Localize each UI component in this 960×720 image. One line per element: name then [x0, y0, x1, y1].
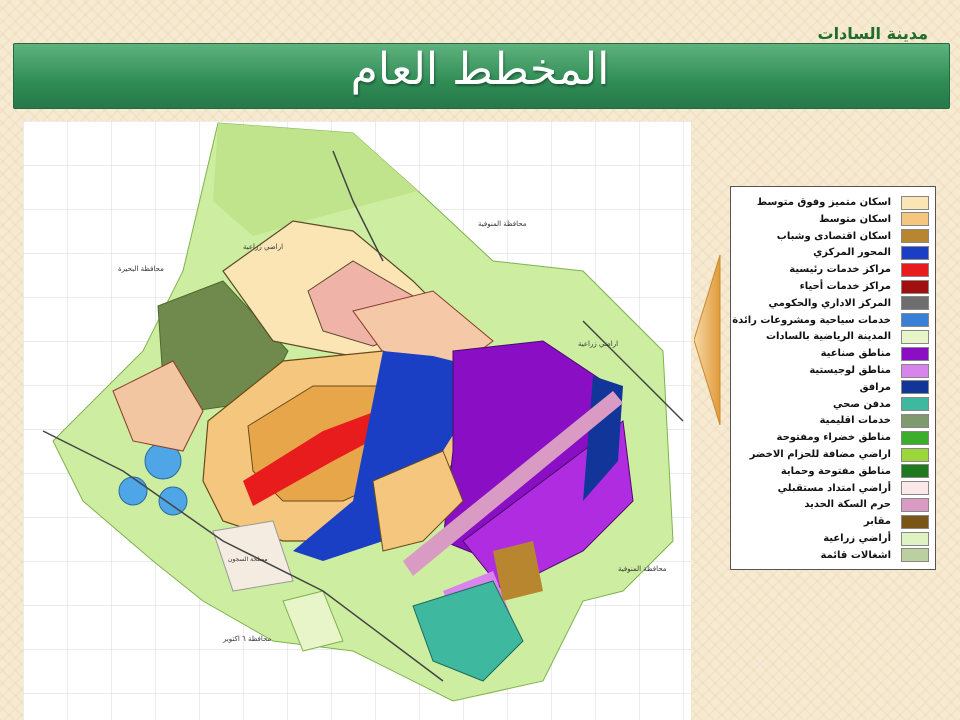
legend-swatch	[901, 279, 929, 294]
legend-item: أراضي زراعية	[737, 531, 929, 546]
legend-swatch	[901, 397, 929, 412]
page-title: المخطط العام	[350, 44, 610, 95]
legend-item: مناطق لوجيستية	[737, 363, 929, 378]
legend-swatch	[901, 497, 929, 512]
legend-item-label: اراضي مضافة للحزام الاخضر	[749, 449, 891, 460]
legend-item: أراضي امتداد مستقبلي	[737, 481, 929, 496]
lake-circle-3	[158, 486, 188, 516]
legend-swatch	[901, 229, 929, 244]
legend-swatch	[901, 296, 929, 311]
legend-swatch	[901, 329, 929, 344]
map-label-prisons: مصلحة السجون	[228, 556, 268, 563]
legend-item-label: أراضي امتداد مستقبلي	[777, 482, 891, 494]
legend-item: مرافق	[737, 380, 929, 395]
legend-item-label: المحور المركزي	[813, 247, 891, 259]
legend-item-label: حرم السكة الحديد	[804, 499, 891, 511]
legend-item-label: المركز الاداري والحكومي	[768, 297, 891, 309]
legend-item: اسكان متوسط	[737, 212, 929, 227]
legend-swatch	[901, 464, 929, 479]
legend-swatch	[901, 481, 929, 496]
legend-item: مناطق مفتوحة وحماية	[737, 464, 929, 479]
legend-item: اسكان متميز وفوق متوسط	[737, 195, 929, 210]
legend-item: خدمات اقليمية	[737, 413, 929, 428]
legend-swatch	[901, 514, 929, 529]
legend-item-label: مناطق مفتوحة وحماية	[780, 465, 891, 477]
legend-swatch	[901, 262, 929, 277]
legend-item: خدمات سياحية ومشروعات رائدة	[732, 313, 929, 328]
legend-item: مناطق خضراء ومفتوحة	[737, 430, 929, 445]
legend-item-label: مناطق خضراء ومفتوحة	[776, 432, 891, 444]
legend-item-label: خدمات سياحية ومشروعات رائدة	[732, 314, 891, 326]
legend-swatch	[901, 346, 929, 361]
legend-swatch	[901, 245, 929, 260]
legend-item-label: المدينة الرياضية بالسادات	[765, 331, 891, 343]
map-label-agri-top: اراضي زراعية	[243, 243, 283, 251]
legend-item-label: مقابر	[863, 516, 891, 528]
legend-item-label: مرافق	[859, 381, 891, 393]
legend-swatch	[901, 212, 929, 227]
legend-item-label: اسكان متميز وفوق متوسط	[756, 197, 891, 208]
legend-item: المحور المركزي	[737, 245, 929, 260]
legend-swatch	[901, 447, 929, 462]
map-label-beheira: محافظة البحيرة	[118, 265, 164, 273]
map-drawing: محافظة البحيرة محافظة المنوفية محافظة ال…	[42, 122, 684, 702]
lake-circle-2	[118, 476, 148, 506]
legend-item-label: اسكان متوسط	[819, 213, 891, 225]
legend-item-label: اشغالات قائمة	[820, 549, 891, 561]
legend-item-label: أراضي زراعية	[823, 533, 891, 544]
map-legend: اسكان متميز وفوق متوسط اسكان متوسط اسكان ا…	[730, 186, 936, 570]
legend-swatch	[901, 430, 929, 445]
legend-item: اراضي مضافة للحزام الاخضر	[737, 447, 929, 462]
map-label-menoufia-right: محافظة المنوفية	[618, 565, 667, 573]
legend-item: اسكان اقتصادى وشباب	[737, 229, 929, 244]
legend-item-label: خدمات اقليمية	[819, 415, 891, 427]
legend-swatch	[901, 548, 929, 563]
legend-swatch	[901, 195, 929, 210]
legend-swatch	[901, 363, 929, 378]
legend-item-label: اسكان اقتصادى وشباب	[776, 230, 891, 242]
legend-item-label: مناطق لوجيستية	[809, 365, 891, 376]
master-plan-map: محافظة البحيرة محافظة المنوفية محافظة ال…	[23, 121, 691, 720]
legend-swatch	[901, 531, 929, 546]
legend-item: اشغالات قائمة	[737, 548, 929, 563]
legend-item: مقابر	[737, 514, 929, 529]
legend-item-label: مراكز خدمات أحياء	[799, 281, 891, 292]
city-name: مدينة السادات	[817, 24, 928, 43]
legend-item: المدينة الرياضية بالسادات	[737, 329, 929, 344]
legend-item: المركز الاداري والحكومي	[737, 296, 929, 311]
legend-item: مدفن صحي	[737, 397, 929, 412]
pointer-arrow-icon	[694, 255, 721, 425]
legend-item-label: مناطق صناعية	[820, 348, 891, 360]
legend-item-label: مراكز خدمات رئيسية	[789, 264, 891, 276]
legend-item-label: مدفن صحي	[833, 398, 891, 410]
legend-swatch	[901, 313, 929, 328]
legend-item: مراكز خدمات أحياء	[737, 279, 929, 294]
legend-item: حرم السكة الحديد	[737, 497, 929, 512]
legend-item: مناطق صناعية	[737, 346, 929, 361]
legend-item: مراكز خدمات رئيسية	[737, 262, 929, 277]
legend-swatch	[901, 413, 929, 428]
legend-swatch	[901, 380, 929, 395]
map-label-agri-right: اراضي زراعية	[578, 340, 618, 348]
map-label-menoufia-top: محافظة المنوفية	[478, 220, 527, 228]
map-label-october: محافظة ٦ اكتوبر	[222, 635, 272, 643]
